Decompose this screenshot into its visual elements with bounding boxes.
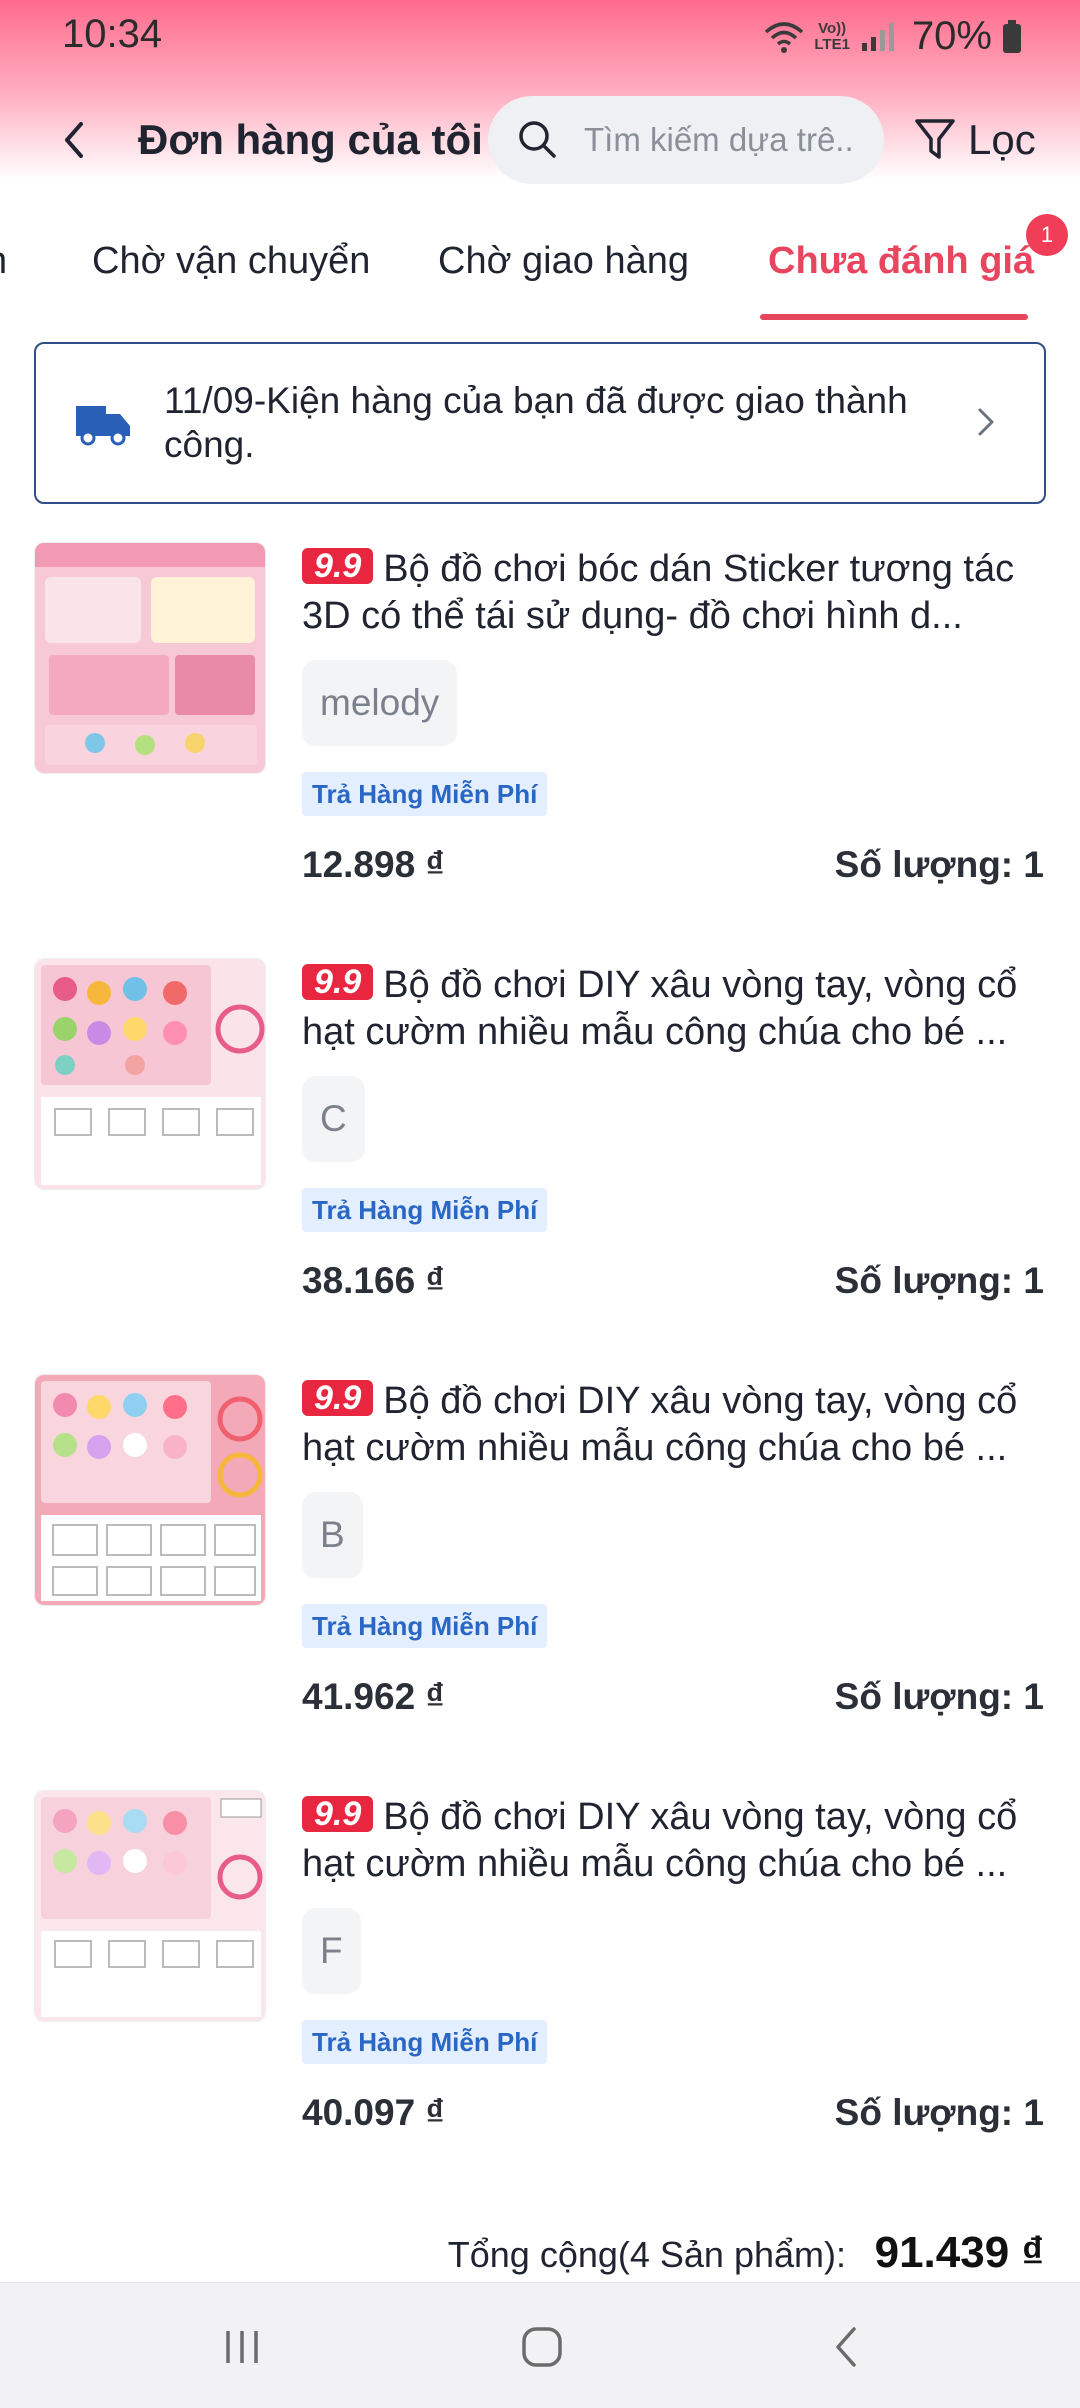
sale-tag: 9.9 [302, 964, 374, 1000]
back-icon [836, 2327, 856, 2367]
tab-cho-van-chuyen[interactable]: Chờ vận chuyển [92, 240, 370, 283]
chevron-right-icon [978, 408, 994, 436]
search-input[interactable] [584, 121, 854, 159]
sale-tag: 9.9 [302, 1796, 374, 1832]
product-image-sticker [35, 543, 265, 773]
product-title[interactable]: 9.9 Bộ đồ chơi DIY xâu vòng tay, vòng cổ … [302, 1794, 1046, 1888]
order-item[interactable]: 9.9 Bộ đồ chơi bóc dán Sticker tương tác … [0, 542, 1080, 958]
free-return-badge: Trả Hàng Miễn Phí [302, 1188, 548, 1232]
battery-icon [1003, 19, 1021, 53]
free-return-badge: Trả Hàng Miễn Phí [302, 1604, 548, 1648]
order-total-row: Tổng cộng(4 Sản phẩm): 91.439 ₫ [0, 2226, 1080, 2286]
item-quantity: Số lượng: 1 [834, 844, 1044, 885]
item-price: 38.166 ₫ [302, 1260, 445, 1301]
system-back-button[interactable] [806, 2307, 886, 2387]
active-tab-indicator [760, 314, 1028, 320]
total-value: 91.439 ₫ [874, 2228, 1044, 2277]
filter-button[interactable]: Lọc [914, 110, 1036, 170]
item-price: 41.962 ₫ [302, 1676, 445, 1717]
delivery-status-banner[interactable]: 11/09-Kiện hàng của bạn đã được giao thà… [34, 342, 1046, 504]
signal-icon [861, 22, 894, 51]
product-title-text: Bộ đồ chơi DIY xâu vòng tay, vòng cổ hạt… [302, 964, 1018, 1053]
variant-chip: F [302, 1908, 361, 1994]
order-status-tabs: n Chờ vận chuyển Chờ giao hàng Chưa đánh… [0, 228, 1080, 324]
variant-chip: melody [302, 660, 458, 746]
search-box[interactable] [488, 96, 884, 184]
variant-chip: C [302, 1076, 365, 1162]
tab-partial[interactable]: n [0, 240, 7, 283]
order-item[interactable]: 9.9 Bộ đồ chơi DIY xâu vòng tay, vòng cổ … [0, 958, 1080, 1374]
product-title[interactable]: 9.9 Bộ đồ chơi DIY xâu vòng tay, vòng cổ … [302, 1378, 1046, 1472]
home-icon [522, 2327, 562, 2367]
sale-tag: 9.9 [302, 1380, 374, 1416]
banner-message: 11/09-Kiện hàng của bạn đã được giao thà… [164, 380, 908, 465]
product-title-text: Bộ đồ chơi DIY xâu vòng tay, vòng cổ hạt… [302, 1796, 1018, 1885]
item-quantity: Số lượng: 1 [834, 2092, 1044, 2133]
funnel-icon [915, 119, 955, 159]
variant-chip: B [302, 1492, 363, 1578]
chevron-left-icon [65, 122, 83, 158]
order-item[interactable]: 9.9 Bộ đồ chơi DIY xâu vòng tay, vòng cổ … [0, 1790, 1080, 2206]
system-nav-bar [0, 2282, 1080, 2408]
product-image-beads [35, 1791, 265, 2021]
home-button[interactable] [502, 2307, 582, 2387]
filter-label: Lọc [968, 116, 1036, 163]
product-thumbnail[interactable] [34, 958, 266, 1190]
status-icons: Vo)) LTE1 70% [764, 14, 1022, 59]
item-price: 40.097 ₫ [302, 2092, 445, 2133]
product-title-text: Bộ đồ chơi DIY xâu vòng tay, vòng cổ hạt… [302, 1380, 1018, 1469]
back-button[interactable] [44, 110, 104, 170]
tab-chua-danh-gia[interactable]: Chưa đánh giá [768, 240, 1034, 283]
status-bar: 10:34 Vo)) LTE1 70% [0, 0, 1080, 72]
truck-icon [76, 406, 130, 446]
tab-count-badge: 1 [1026, 214, 1068, 256]
item-quantity: Số lượng: 1 [834, 1260, 1044, 1301]
network-volte: Vo)) [818, 19, 847, 37]
product-thumbnail[interactable] [34, 542, 266, 774]
item-price: 12.898 ₫ [302, 844, 445, 885]
sale-tag: 9.9 [302, 548, 374, 584]
item-quantity: Số lượng: 1 [834, 1676, 1044, 1717]
product-image-beads [35, 1375, 265, 1605]
battery-percent: 70% [911, 14, 992, 58]
status-time: 10:34 [62, 12, 163, 56]
product-thumbnail[interactable] [34, 1374, 266, 1606]
order-item[interactable]: 9.9 Bộ đồ chơi DIY xâu vòng tay, vòng cổ … [0, 1374, 1080, 1790]
free-return-badge: Trả Hàng Miễn Phí [302, 772, 548, 816]
app-header: Đơn hàng của tôi Lọc [0, 92, 1080, 188]
product-title-text: Bộ đồ chơi bóc dán Sticker tương tác 3D … [302, 548, 1015, 637]
network-type: Vo)) LTE1 [814, 19, 850, 53]
network-lte: LTE1 [814, 35, 850, 53]
page-title: Đơn hàng của tôi [138, 116, 483, 163]
total-label: Tổng cộng(4 Sản phẩm): [447, 2234, 846, 2275]
product-title[interactable]: 9.9 Bộ đồ chơi bóc dán Sticker tương tác … [302, 546, 1046, 640]
product-thumbnail[interactable] [34, 1790, 266, 2022]
product-image-beads [35, 959, 265, 1189]
search-icon [519, 121, 556, 158]
free-return-badge: Trả Hàng Miễn Phí [302, 2020, 548, 2064]
recents-button[interactable] [202, 2307, 282, 2387]
recents-icon [226, 2331, 258, 2363]
wifi-icon [765, 21, 804, 53]
product-title[interactable]: 9.9 Bộ đồ chơi DIY xâu vòng tay, vòng cổ … [302, 962, 1046, 1056]
tab-cho-giao-hang[interactable]: Chờ giao hàng [438, 240, 689, 283]
